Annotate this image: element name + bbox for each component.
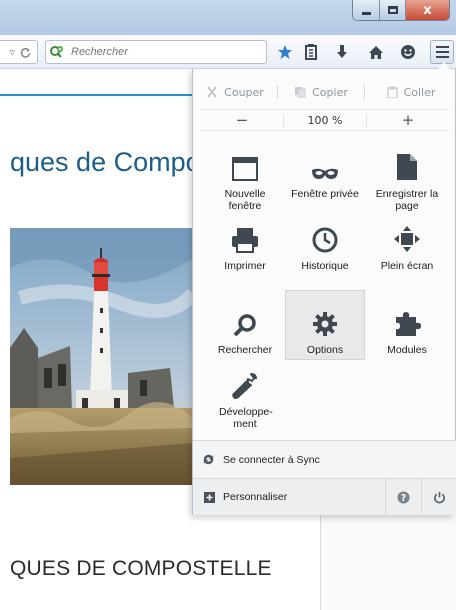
copy-icon: [295, 87, 306, 98]
window-titlebar: x: [0, 0, 456, 35]
minimize-icon: [361, 12, 371, 15]
paste-icon: [386, 86, 398, 98]
svg-text:?: ?: [401, 493, 406, 504]
find-button[interactable]: Rechercher: [205, 291, 285, 363]
tile-label: Enregistrer la page: [375, 188, 439, 212]
sync-icon: [203, 454, 214, 465]
puzzle-icon: [396, 312, 421, 336]
zoom-controls: − 100 % +: [201, 109, 449, 131]
page-subheading: QUES DE COMPOSTELLE: [10, 557, 272, 580]
power-icon: [434, 491, 445, 504]
tile-label: Imprimer: [224, 260, 266, 272]
close-button[interactable]: x: [405, 0, 449, 20]
dropdown-icon[interactable]: ▿: [9, 46, 15, 59]
search-icon: [233, 314, 256, 337]
tile-label: Rechercher: [217, 344, 273, 356]
search-engine-icon[interactable]: [49, 45, 67, 59]
page-side-panel: [320, 515, 456, 610]
cut-label: Couper: [224, 85, 264, 99]
close-icon: x: [423, 2, 432, 18]
maximize-button[interactable]: [379, 0, 405, 20]
sync-row[interactable]: Se connecter à Sync: [193, 440, 456, 478]
paste-button[interactable]: Coller: [365, 86, 456, 99]
fullscreen-button[interactable]: Plein écran: [367, 217, 447, 272]
new-window-button[interactable]: Nouvelle fenêtre: [205, 145, 285, 212]
tile-label: Fenêtre privée: [291, 188, 359, 200]
customize-button[interactable]: Personnaliser: [223, 491, 287, 503]
tile-label: Historique: [301, 260, 349, 272]
tile-label: Plein écran: [380, 260, 434, 272]
minimize-button[interactable]: [353, 0, 379, 20]
private-window-button[interactable]: Fenêtre privée: [285, 145, 365, 200]
page-title: ques de Compo: [10, 147, 201, 177]
lighthouse-photo: [10, 228, 193, 485]
menu-panel: Couper Copier Coller − 100 % + Nouvelle …: [192, 69, 456, 516]
tile-label: Options: [306, 344, 344, 356]
cut-button[interactable]: Couper: [193, 86, 277, 99]
hamburger-menu-icon[interactable]: [430, 40, 454, 64]
zoom-out-button[interactable]: −: [201, 111, 283, 129]
reading-list-icon[interactable]: [301, 42, 321, 62]
hello-icon[interactable]: [398, 42, 418, 62]
sync-label: Se connecter à Sync: [223, 453, 320, 466]
tile-label: Nouvelle fenêtre: [224, 188, 266, 212]
paste-label: Coller: [403, 85, 436, 99]
tab-accent-line: [0, 94, 192, 96]
navigation-toolbar: ▿: [0, 35, 456, 69]
edit-controls: Couper Copier Coller: [193, 81, 456, 103]
addons-button[interactable]: Modules: [367, 291, 447, 363]
zoom-reset-button[interactable]: 100 %: [283, 113, 367, 127]
maximize-icon: [387, 6, 398, 14]
search-bar[interactable]: [45, 40, 267, 64]
download-icon[interactable]: [332, 42, 352, 62]
new-window-icon: [232, 157, 258, 181]
tile-label: Modules: [387, 344, 427, 356]
save-page-icon: [397, 154, 417, 180]
save-page-button[interactable]: Enregistrer la page: [367, 145, 447, 212]
customize-row: Personnaliser ?: [193, 478, 456, 516]
cut-icon: [207, 86, 217, 98]
developer-button[interactable]: Développe-ment: [205, 365, 285, 430]
wrench-icon: [232, 373, 257, 399]
copy-button[interactable]: Copier: [278, 86, 364, 99]
fullscreen-icon: [394, 226, 420, 252]
window-controls: x: [352, 0, 450, 21]
private-window-mask-icon: [312, 168, 338, 179]
copy-label: Copier: [312, 85, 348, 99]
zoom-in-button[interactable]: +: [367, 111, 449, 129]
options-button[interactable]: Options: [285, 290, 365, 360]
help-button[interactable]: ?: [385, 479, 421, 516]
quit-button[interactable]: [421, 479, 456, 516]
tile-label: Développe-ment: [219, 406, 273, 430]
history-button[interactable]: Historique: [285, 217, 365, 272]
print-button[interactable]: Imprimer: [205, 217, 285, 272]
search-input[interactable]: [71, 46, 261, 58]
help-icon: ?: [397, 491, 410, 504]
bookmark-star-icon[interactable]: [275, 42, 295, 62]
url-bar[interactable]: ▿: [0, 40, 38, 64]
reload-icon[interactable]: [20, 47, 31, 58]
printer-icon: [232, 228, 258, 253]
gear-icon: [313, 312, 337, 336]
history-clock-icon: [312, 227, 338, 253]
customize-plus-icon: [204, 491, 215, 503]
home-icon[interactable]: [366, 42, 386, 62]
